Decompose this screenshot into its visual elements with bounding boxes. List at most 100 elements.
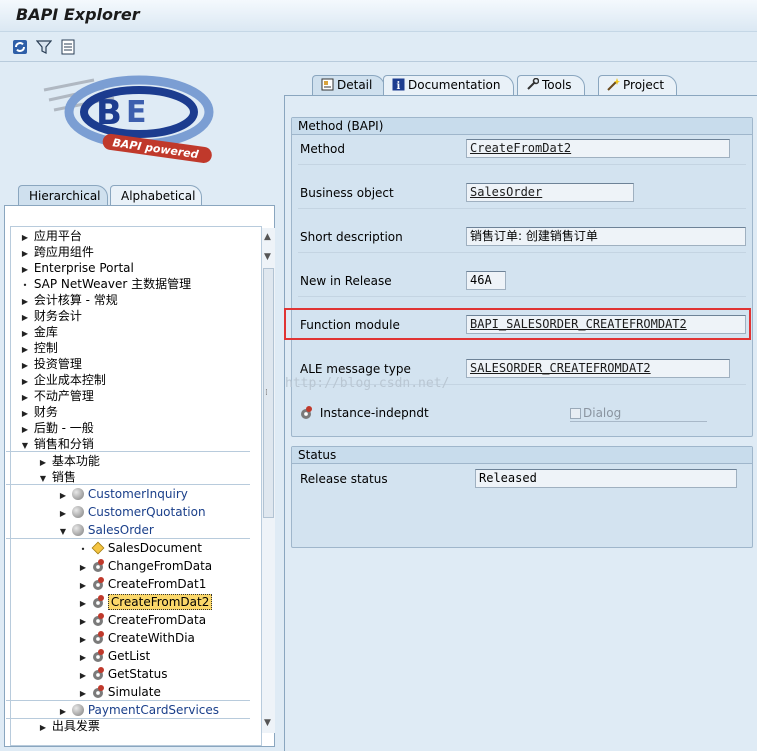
tree-node-salesorder[interactable]: ▼ SalesOrder (58, 522, 154, 538)
tree-node-enterprise-portal[interactable]: ▶ Enterprise Portal (20, 260, 134, 276)
method-icon (92, 559, 104, 572)
business-object-icon (71, 524, 84, 536)
tree-node-create-from-dat2[interactable]: ▶ CreateFromDat2 (78, 594, 213, 612)
tree-node-create-from-dat1[interactable]: ▶ CreateFromDat1 (78, 576, 206, 592)
tree-node-treasury[interactable]: ▶ 金库 (20, 324, 58, 340)
dialog-label: Dialog (583, 406, 622, 420)
tab-alphabetical-label: Alphabetical (121, 189, 196, 203)
tree-node-label-selected: CreateFromDat2 (107, 594, 213, 610)
tree-node-logistics-general[interactable]: ▶ 后勤 - 一般 (20, 420, 94, 436)
tab-documentation-label: Documentation (408, 78, 501, 92)
checkbox-icon[interactable] (570, 408, 581, 419)
tree-node-financial-accounting[interactable]: ▶ 财务会计 (20, 308, 82, 324)
expand-arrow-icon[interactable]: ▶ (78, 650, 88, 666)
method-icon (300, 406, 312, 419)
instance-indepndt-row: Instance-indepndt (300, 404, 429, 422)
method-icon (92, 577, 104, 590)
tree-node-controlling[interactable]: ▶ 控制 (20, 340, 58, 356)
tree-node-sales[interactable]: ▼ 销售 (38, 469, 76, 485)
expand-arrow-icon[interactable]: ▶ (78, 596, 88, 612)
row-divider (298, 252, 746, 253)
expand-arrow-icon[interactable]: ▶ (78, 614, 88, 630)
tree-separator (6, 538, 250, 539)
tree-node-get-list[interactable]: ▶ GetList (78, 648, 150, 664)
status-group-title: Status (292, 447, 752, 464)
row-divider (298, 208, 746, 209)
function-module-highlight (284, 308, 751, 340)
scroll-down-icon[interactable]: ▼ (264, 252, 271, 262)
release-status-field[interactable]: Released (475, 469, 737, 488)
tree-node-create-from-data[interactable]: ▶ CreateFromData (78, 612, 206, 628)
tree-node-label: 财务 (33, 405, 58, 419)
tab-tools[interactable]: Tools (517, 75, 585, 95)
tree-node-label: Simulate (107, 685, 161, 699)
tree-node-netweaver-mdm[interactable]: • SAP NetWeaver 主数据管理 (20, 276, 191, 292)
tree-node-label: 销售 (51, 470, 76, 484)
business-object-icon (71, 488, 84, 500)
svg-text:E: E (126, 95, 147, 130)
tree-node-label: ChangeFromData (107, 559, 213, 573)
tree-node-customer-inquiry[interactable]: ▶ CustomerInquiry (58, 486, 188, 502)
leaf-dot-icon: • (80, 545, 86, 554)
tab-project-label: Project (623, 78, 665, 92)
tree-node-label: PaymentCardServices (87, 703, 220, 717)
expand-arrow-icon[interactable]: ▶ (78, 578, 88, 594)
ale-message-type-field[interactable]: SALESORDER_CREATEFROMDAT2 (466, 359, 730, 378)
tree-node-accounting-general[interactable]: ▶ 会计核算 - 常规 (20, 292, 118, 308)
tree-node-payment-card-services[interactable]: ▶ PaymentCardServices (58, 702, 219, 718)
tree-node-change-from-data[interactable]: ▶ ChangeFromData (78, 558, 212, 574)
tree-node-enterprise-controlling[interactable]: ▶ 企业成本控制 (20, 372, 106, 388)
new-in-release-field[interactable]: 46A (466, 271, 506, 290)
method-group-title: Method (BAPI) (292, 118, 752, 135)
list-icon[interactable] (60, 39, 76, 55)
tree-node-create-with-dia[interactable]: ▶ CreateWithDia (78, 630, 195, 646)
method-icon (92, 631, 104, 644)
tree-node-label: 控制 (33, 341, 58, 355)
row-divider (298, 296, 746, 297)
tree-node-get-status[interactable]: ▶ GetStatus (78, 666, 167, 682)
tree-node-real-estate[interactable]: ▶ 不动产管理 (20, 388, 94, 404)
expand-arrow-icon[interactable]: ▶ (38, 720, 48, 736)
tree-node-label: 投资管理 (33, 357, 82, 371)
tree-node-simulate[interactable]: ▶ Simulate (78, 684, 161, 700)
tree-node-label: CustomerInquiry (87, 487, 188, 501)
tree-node-label: 金库 (33, 325, 58, 339)
status-group: Status (291, 446, 753, 548)
tab-hierarchical[interactable]: Hierarchical (18, 185, 108, 205)
tab-project[interactable]: Project (598, 75, 678, 95)
tree-node-label: 跨应用组件 (33, 245, 94, 259)
svg-text:B: B (96, 93, 122, 133)
tab-documentation[interactable]: i Documentation (383, 75, 514, 95)
tree-node-sales-distribution[interactable]: ▼ 销售和分销 (20, 436, 94, 452)
tree-node-cross-app[interactable]: ▶ 跨应用组件 (20, 244, 94, 260)
tree-scrollbar[interactable]: ▲ ▼ ⁞ ▼ (262, 228, 275, 733)
tree-node-sales-document[interactable]: • SalesDocument (78, 540, 202, 556)
method-icon (92, 667, 104, 680)
tab-alphabetical[interactable]: Alphabetical (110, 185, 202, 205)
tree-node-app-platform[interactable]: ▶ 应用平台 (20, 228, 82, 244)
scroll-up-icon[interactable]: ▲ (264, 232, 271, 242)
tree-node-billing[interactable]: ▶ 出具发票 (38, 718, 100, 734)
tree-node-label: Enterprise Portal (33, 261, 134, 275)
expand-arrow-icon[interactable]: ▶ (58, 506, 68, 522)
expand-arrow-icon[interactable]: ▶ (78, 560, 88, 576)
business-object-field[interactable]: SalesOrder (466, 183, 634, 202)
scroll-bottom-down-icon[interactable]: ▼ (264, 718, 271, 728)
method-field[interactable]: CreateFromDat2 (466, 139, 730, 158)
tree-node-basic-functions[interactable]: ▶ 基本功能 (38, 453, 100, 469)
short-description-field[interactable]: 销售订单: 创建销售订单 (466, 227, 746, 246)
dialog-checkbox[interactable]: Dialog (570, 404, 707, 422)
method-label: Method (300, 142, 346, 156)
expand-arrow-icon[interactable]: ▶ (78, 632, 88, 648)
refresh-icon[interactable] (12, 39, 28, 55)
tree-node-customer-quotation[interactable]: ▶ CustomerQuotation (58, 504, 206, 520)
tab-detail[interactable]: Detail (312, 75, 386, 95)
tree-node-finance[interactable]: ▶ 财务 (20, 404, 58, 420)
tree-node-label: 出具发票 (51, 719, 100, 733)
filter-icon[interactable] (36, 39, 52, 55)
toolbar (0, 32, 757, 62)
expand-arrow-icon[interactable]: ▶ (58, 488, 68, 504)
expand-arrow-icon[interactable]: ▶ (78, 668, 88, 684)
tree-node-label: CreateFromData (107, 613, 207, 627)
tree-node-investment-mgmt[interactable]: ▶ 投资管理 (20, 356, 82, 372)
